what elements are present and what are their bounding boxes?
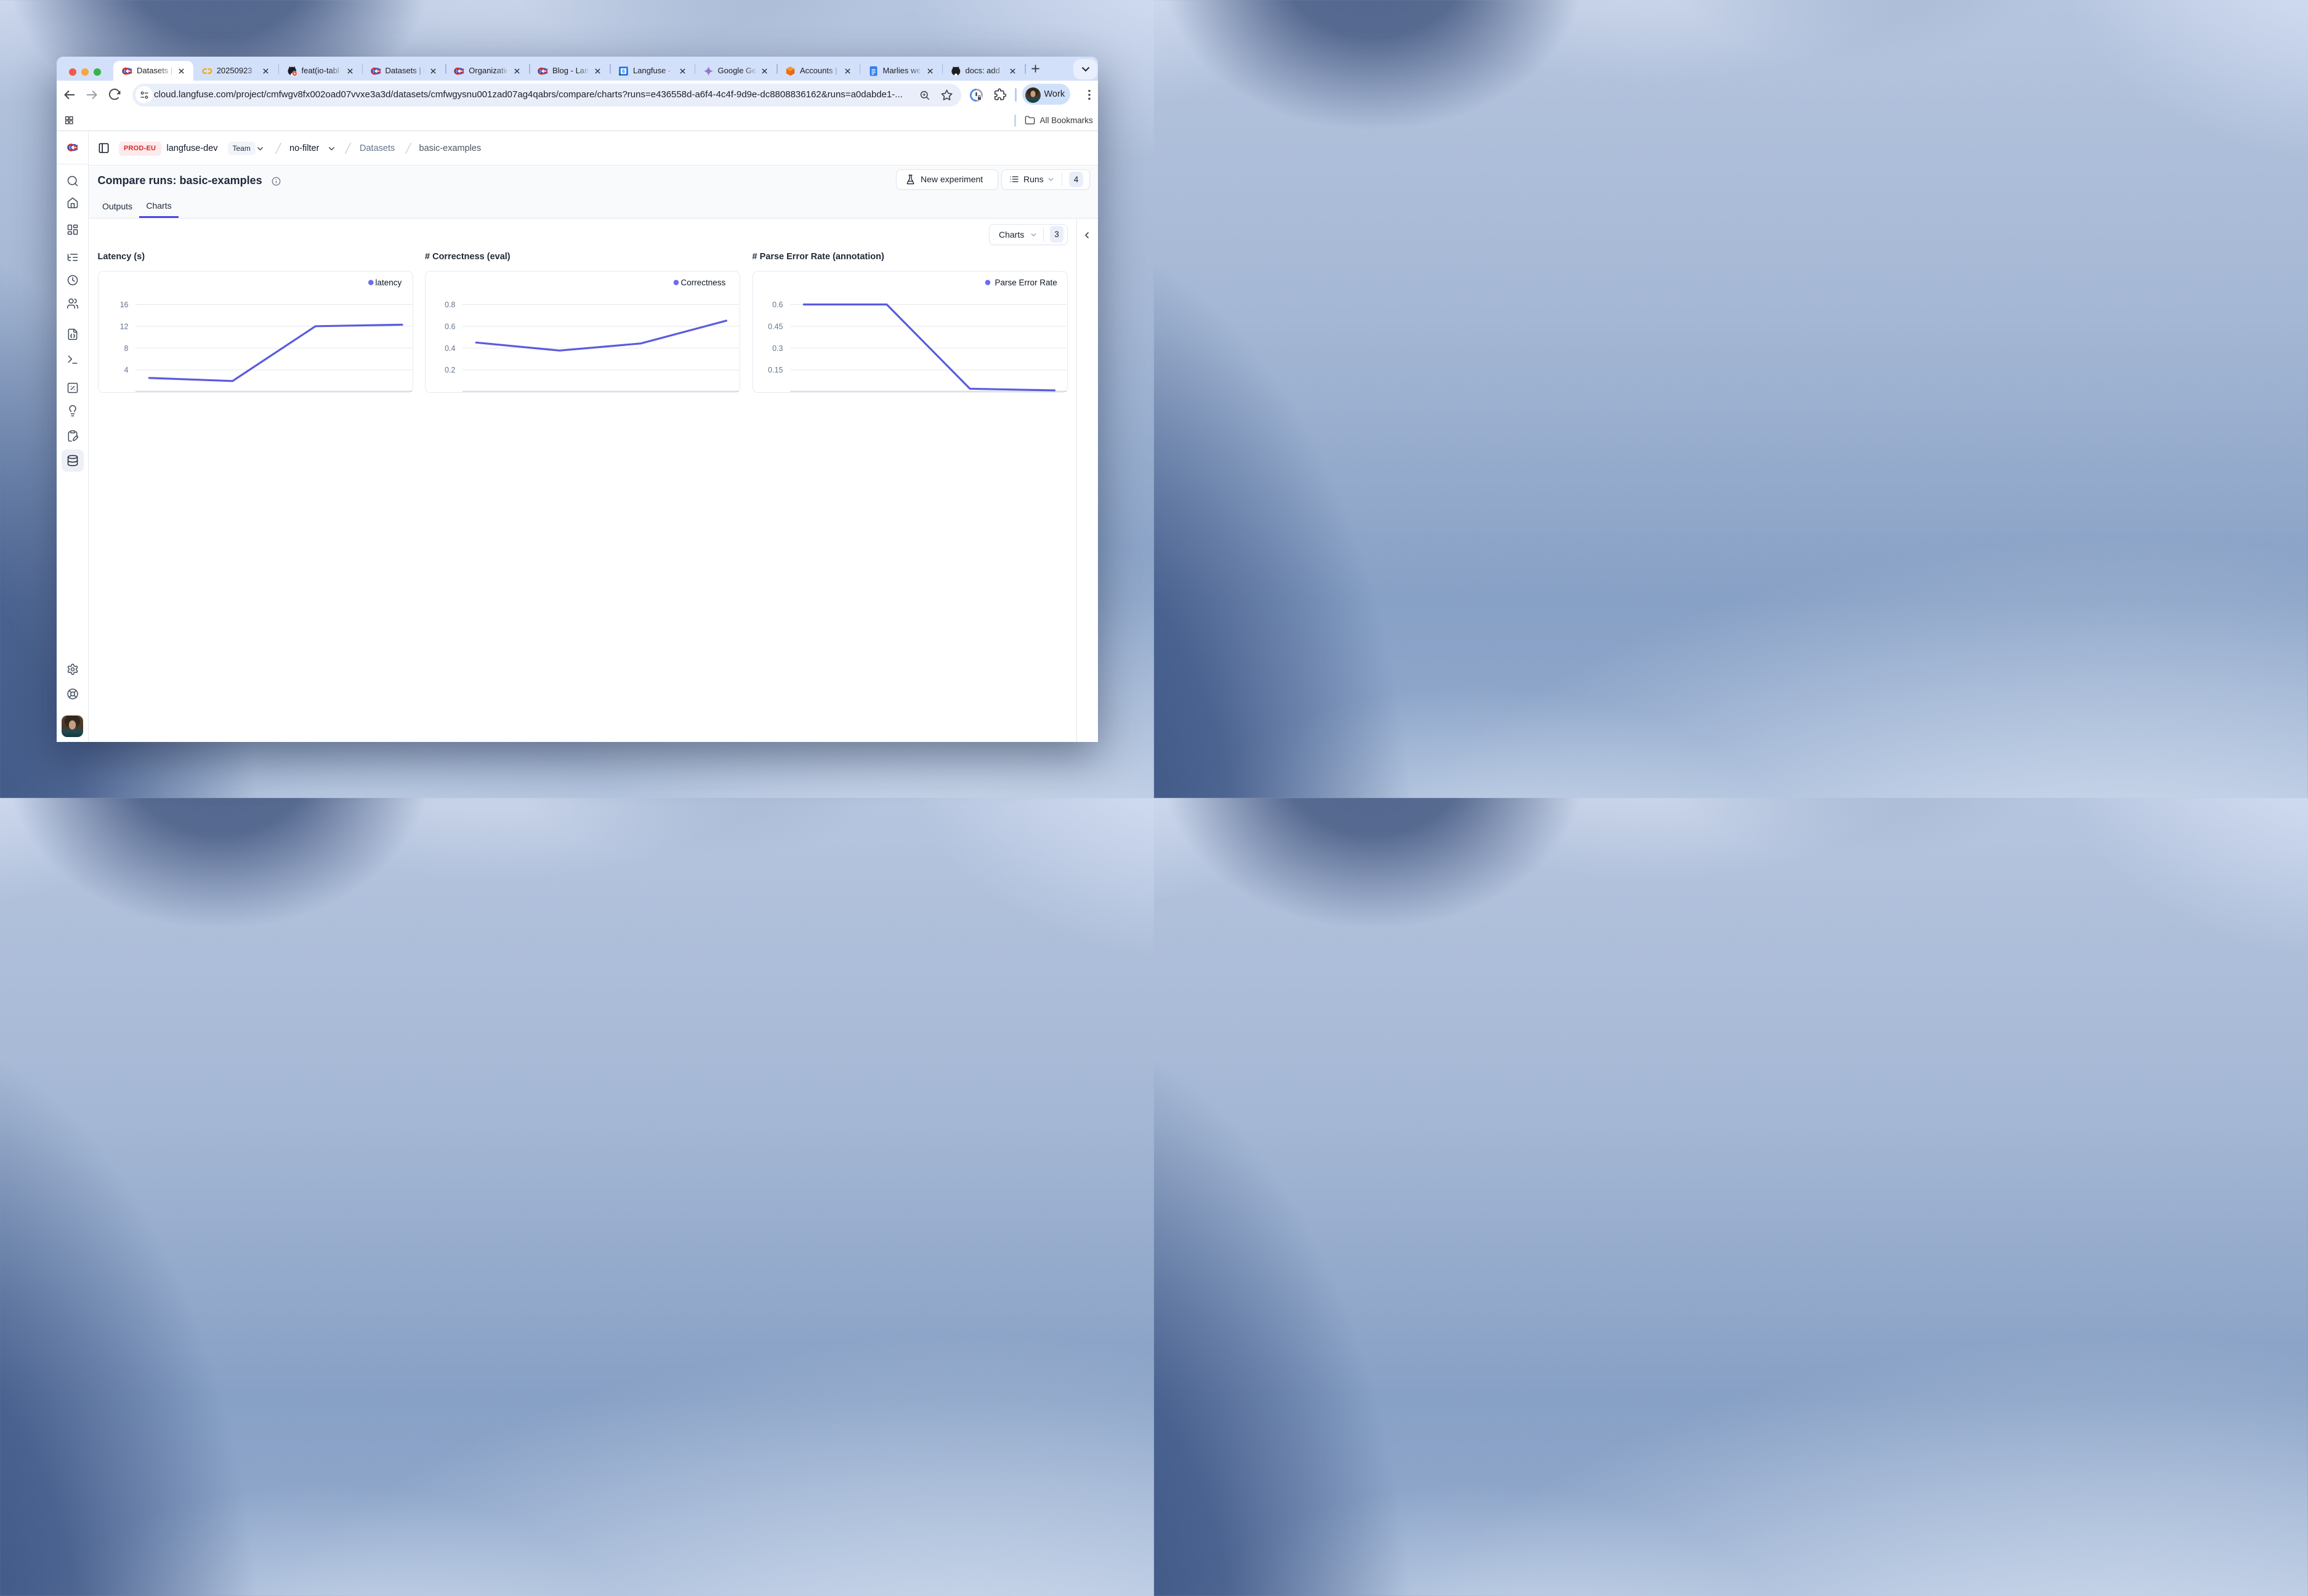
svg-text:16: 16 [119,300,128,309]
svg-text:6: 6 [622,68,625,74]
svg-text:12: 12 [119,322,128,331]
svg-text:0.6: 0.6 [772,300,783,309]
svg-text:0.8: 0.8 [445,300,455,309]
svg-text:0.6: 0.6 [445,322,455,331]
svg-text:0.2: 0.2 [445,366,455,374]
svg-text:0.15: 0.15 [768,366,783,374]
svg-text:0.4: 0.4 [445,344,455,353]
svg-text:4: 4 [124,366,128,374]
svg-text:latency: latency [375,278,401,288]
svg-text:Parse Error Rate: Parse Error Rate [995,278,1057,288]
svg-text:8: 8 [124,344,128,353]
svg-text:Correctness: Correctness [681,278,726,288]
svg-text:0.3: 0.3 [772,344,783,353]
svg-text:0.45: 0.45 [768,322,783,331]
